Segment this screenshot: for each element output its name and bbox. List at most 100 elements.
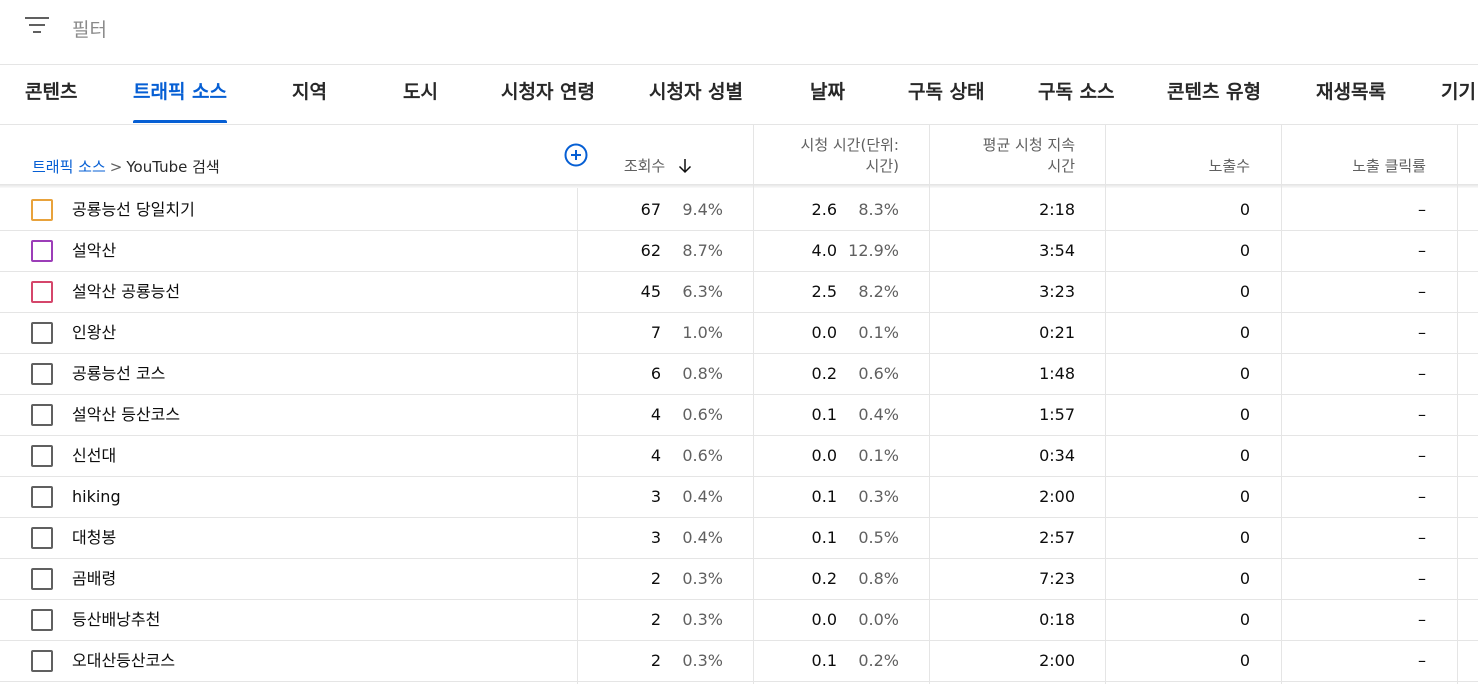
watch-time-value: 0.0 [811,610,837,629]
row-checkbox[interactable] [31,609,53,631]
tab-geography[interactable]: 지역 [292,65,327,124]
breadcrumb-separator: > [109,158,123,176]
ctr-value: – [1418,200,1426,219]
search-term: hiking [72,487,121,506]
filter-icon[interactable] [25,17,49,37]
tab-playlist[interactable]: 재생목록 [1316,65,1386,124]
watch-time-percent: 8.2% [858,282,899,301]
views-percent: 6.3% [682,282,723,301]
breadcrumb-parent-link[interactable]: 트래픽 소스 [32,158,106,176]
impressions-value: 0 [1239,610,1250,629]
row-checkbox[interactable] [31,404,53,426]
tab-device[interactable]: 기기 [1441,65,1476,124]
search-term: 인왕산 [72,323,117,342]
impressions-column-header[interactable]: 노출수 [1209,156,1250,177]
table-row[interactable]: 곰배령 2 0.3% 0.2 0.8% 7:23 0 – [0,558,1478,600]
ctr-value: – [1418,241,1426,260]
search-term: 설악산 [72,241,117,260]
tab-subscription-status[interactable]: 구독 상태 [908,65,985,124]
watch-time-value: 0.1 [811,487,837,506]
views-value: 7 [650,323,661,342]
views-percent: 0.6% [682,446,723,465]
views-value: 6 [650,364,661,383]
tab-content[interactable]: 콘텐츠 [25,65,77,124]
watch-time-value: 2.6 [811,200,837,219]
add-column-icon[interactable] [564,143,588,167]
watch-time-percent: 0.0% [858,610,899,629]
views-value: 3 [650,528,661,547]
ctr-value: – [1418,282,1426,301]
table-row[interactable]: 인왕산 7 1.0% 0.0 0.1% 0:21 0 – [0,312,1478,354]
views-value: 4 [650,446,661,465]
avg-view-duration-value: 3:23 [1039,282,1075,301]
views-value: 3 [650,487,661,506]
watch-time-percent: 0.8% [858,569,899,588]
ctr-value: – [1418,487,1426,506]
impressions-value: 0 [1239,200,1250,219]
watch-time-percent: 0.3% [858,487,899,506]
row-checkbox[interactable] [31,486,53,508]
ctr-value: – [1418,651,1426,670]
dimension-tabs: 콘텐츠 트래픽 소스 지역 도시 시청자 연령 시청자 성별 날짜 구독 상태 … [0,64,1478,125]
avg-view-duration-value: 2:57 [1039,528,1075,547]
watch-time-column-header[interactable]: 시청 시간(단위: 시간) [801,135,899,177]
row-checkbox[interactable] [31,281,53,303]
table-row[interactable]: hiking 3 0.4% 0.1 0.3% 2:00 0 – [0,476,1478,518]
search-term: 오대산등산코스 [72,651,176,670]
impressions-value: 0 [1239,569,1250,588]
row-checkbox[interactable] [31,199,53,221]
filter-input[interactable]: 필터 [72,15,107,42]
views-value: 4 [650,405,661,424]
ctr-value: – [1418,528,1426,547]
tab-city[interactable]: 도시 [403,65,438,124]
filter-bar: 필터 [0,0,1478,58]
avg-duration-header-line2: 시간 [1047,157,1075,175]
watch-time-header-line2: 시간) [865,157,899,175]
row-checkbox[interactable] [31,363,53,385]
row-checkbox[interactable] [31,445,53,467]
table-row[interactable]: 공룡능선 코스 6 0.8% 0.2 0.6% 1:48 0 – [0,353,1478,395]
row-checkbox[interactable] [31,650,53,672]
table-row[interactable]: 등산배낭추천 2 0.3% 0.0 0.0% 0:18 0 – [0,599,1478,641]
ctr-value: – [1418,610,1426,629]
watch-time-percent: 0.2% [858,651,899,670]
tab-viewer-gender[interactable]: 시청자 성별 [649,65,743,124]
table-row[interactable]: 공룡능선 당일치기 67 9.4% 2.6 8.3% 2:18 0 – [0,189,1478,231]
ctr-column-header[interactable]: 노출 클릭률 [1352,156,1426,177]
views-percent: 0.6% [682,405,723,424]
tab-viewer-age[interactable]: 시청자 연령 [501,65,595,124]
table-row[interactable]: 신선대 4 0.6% 0.0 0.1% 0:34 0 – [0,435,1478,477]
search-term: 공룡능선 당일치기 [72,200,195,219]
avg-view-duration-value: 1:57 [1039,405,1075,424]
search-term: 등산배낭추천 [72,610,161,629]
table-row[interactable]: 설악산 등산코스 4 0.6% 0.1 0.4% 1:57 0 – [0,394,1478,436]
views-percent: 0.3% [682,651,723,670]
table-row[interactable]: 오대산등산코스 2 0.3% 0.1 0.2% 2:00 0 – [0,640,1478,682]
watch-time-value: 0.1 [811,405,837,424]
avg-view-duration-value: 2:00 [1039,651,1075,670]
table-row[interactable]: 설악산 공룡능선 45 6.3% 2.5 8.2% 3:23 0 – [0,271,1478,313]
tab-traffic-source[interactable]: 트래픽 소스 [133,65,228,124]
views-column-header[interactable]: 조회수 [624,156,692,177]
row-checkbox[interactable] [31,322,53,344]
avg-view-duration-column-header[interactable]: 평균 시청 지속 시간 [983,135,1075,177]
arrow-down-icon [678,159,692,174]
avg-view-duration-value: 1:48 [1039,364,1075,383]
avg-view-duration-value: 2:18 [1039,200,1075,219]
row-checkbox[interactable] [31,568,53,590]
watch-time-value: 0.0 [811,446,837,465]
row-checkbox[interactable] [31,527,53,549]
watch-time-percent: 0.4% [858,405,899,424]
tab-date[interactable]: 날짜 [810,65,845,124]
row-checkbox[interactable] [31,240,53,262]
views-percent: 0.4% [682,528,723,547]
tab-subscription-source[interactable]: 구독 소스 [1038,65,1115,124]
impressions-value: 0 [1239,241,1250,260]
table-row[interactable]: 설악산 62 8.7% 4.0 12.9% 3:54 0 – [0,230,1478,272]
views-percent: 8.7% [682,241,723,260]
table-row[interactable]: 대청봉 3 0.4% 0.1 0.5% 2:57 0 – [0,517,1478,559]
table-header: 트래픽 소스 > YouTube 검색 조회수 시청 시간(단위: 시간) 평균 시… [0,124,1478,185]
views-value: 62 [640,241,661,260]
tab-content-type[interactable]: 콘텐츠 유형 [1167,65,1261,124]
impressions-value: 0 [1239,446,1250,465]
